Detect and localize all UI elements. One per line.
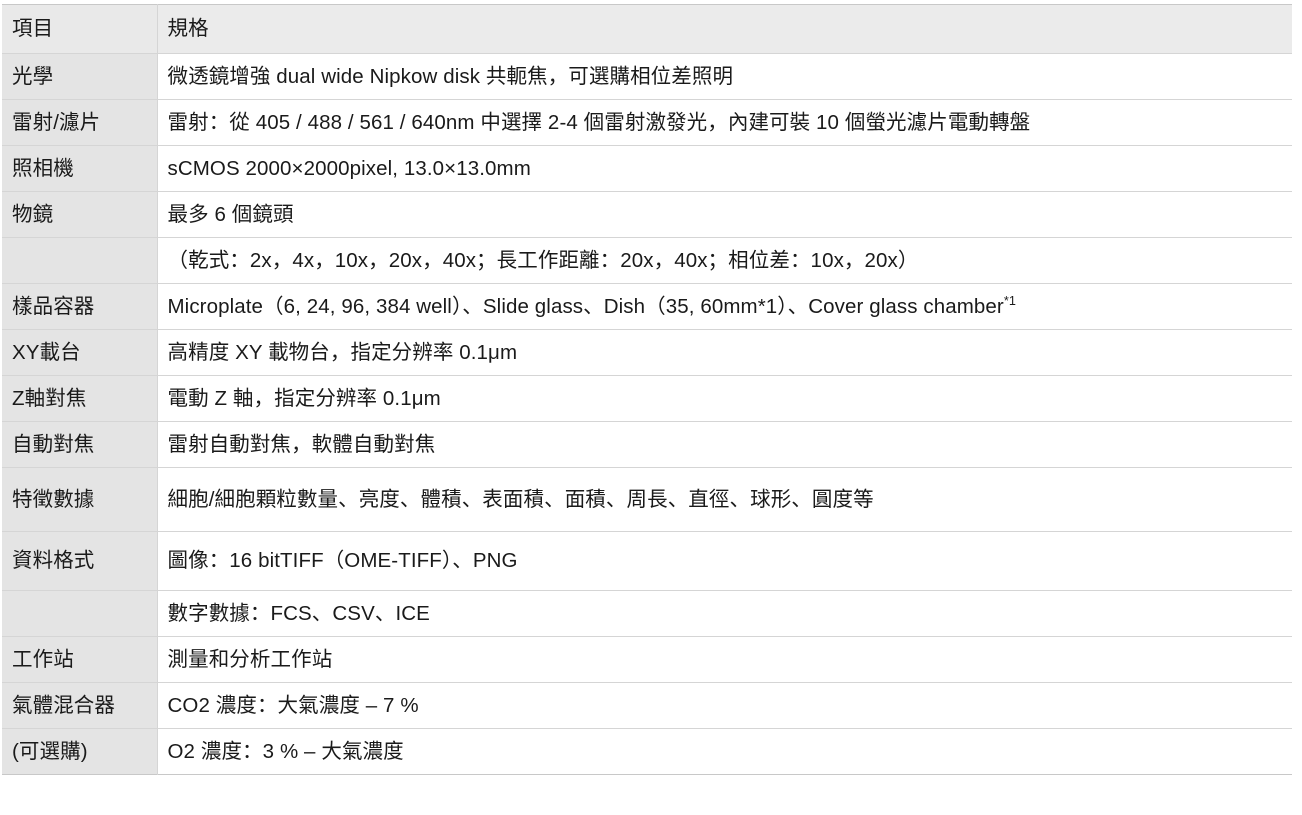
table-row: 樣品容器 Microplate（6, 24, 96, 384 well）、Slid… [2, 283, 1292, 330]
table-row: 工作站 測量和分析工作站 [2, 636, 1292, 683]
row-value-text: Microplate（6, 24, 96, 384 well）、Slide gl… [167, 294, 1004, 318]
table-row: 光學 微透鏡增強 dual wide Nipkow disk 共軛焦，可選購相位差… [2, 53, 1292, 100]
row-label [2, 590, 158, 637]
row-value: CO2 濃度：大氣濃度 – 7 % [157, 682, 1292, 729]
column-header-item: 項目 [2, 4, 158, 54]
row-value: 電動 Z 軸，指定分辨率 0.1μm [157, 375, 1292, 422]
table-row: 資料格式 圖像：16 bitTIFF（OME-TIFF）、PNG [2, 531, 1292, 591]
row-value: sCMOS 2000×2000pixel, 13.0×13.0mm [157, 145, 1292, 192]
row-label: XY載台 [2, 329, 158, 376]
row-value: 最多 6 個鏡頭 [157, 191, 1292, 238]
row-label: 工作站 [2, 636, 158, 683]
row-label: 雷射/濾片 [2, 99, 158, 146]
table-row: 雷射/濾片 雷射：從 405 / 488 / 561 / 640nm 中選擇 2-… [2, 99, 1292, 146]
table-row: 特徵數據 細胞/細胞顆粒數量、亮度、體積、表面積、面積、周長、直徑、球形、圓度等 [2, 467, 1292, 532]
row-label [2, 237, 158, 284]
row-label: 物鏡 [2, 191, 158, 238]
row-label: 資料格式 [2, 531, 158, 591]
row-value: Microplate（6, 24, 96, 384 well）、Slide gl… [157, 283, 1292, 330]
table-row: Z軸對焦 電動 Z 軸，指定分辨率 0.1μm [2, 375, 1292, 422]
row-value: 微透鏡增強 dual wide Nipkow disk 共軛焦，可選購相位差照明 [157, 53, 1292, 100]
row-value: 雷射：從 405 / 488 / 561 / 640nm 中選擇 2-4 個雷射… [157, 99, 1292, 146]
row-label: 樣品容器 [2, 283, 158, 330]
row-value: O2 濃度：3 % – 大氣濃度 [157, 728, 1292, 775]
table-row: XY載台 高精度 XY 載物台，指定分辨率 0.1μm [2, 329, 1292, 376]
row-value: 圖像：16 bitTIFF（OME-TIFF）、PNG [157, 531, 1292, 591]
row-value: 數字數據：FCS、CSV、ICE [157, 590, 1292, 637]
row-value: 高精度 XY 載物台，指定分辨率 0.1μm [157, 329, 1292, 376]
row-label: 自動對焦 [2, 421, 158, 468]
table-row: （乾式：2x，4x，10x，20x，40x；長工作距離：20x，40x；相位差：… [2, 237, 1292, 284]
column-header-spec: 規格 [157, 4, 1292, 54]
table-row: 數字數據：FCS、CSV、ICE [2, 590, 1292, 637]
row-label: 氣體混合器 [2, 682, 158, 729]
specification-table: 項目 規格 光學 微透鏡增強 dual wide Nipkow disk 共軛焦，可選… [2, 4, 1292, 775]
row-value: 雷射自動對焦，軟體自動對焦 [157, 421, 1292, 468]
row-label: (可選購) [2, 728, 158, 775]
table-row: 自動對焦 雷射自動對焦，軟體自動對焦 [2, 421, 1292, 468]
row-label: Z軸對焦 [2, 375, 158, 422]
row-value: （乾式：2x，4x，10x，20x，40x；長工作距離：20x，40x；相位差：… [157, 237, 1292, 284]
row-label: 照相機 [2, 145, 158, 192]
table-row: 照相機 sCMOS 2000×2000pixel, 13.0×13.0mm [2, 145, 1292, 192]
footnote-marker: *1 [1003, 293, 1017, 309]
row-value: 測量和分析工作站 [157, 636, 1292, 683]
table-header-row: 項目 規格 [2, 4, 1292, 54]
table-row: (可選購) O2 濃度：3 % – 大氣濃度 [2, 728, 1292, 775]
table-row: 物鏡 最多 6 個鏡頭 [2, 191, 1292, 238]
row-label: 光學 [2, 53, 158, 100]
row-value: 細胞/細胞顆粒數量、亮度、體積、表面積、面積、周長、直徑、球形、圓度等 [157, 467, 1292, 532]
row-label: 特徵數據 [2, 467, 158, 532]
table-row: 氣體混合器 CO2 濃度：大氣濃度 – 7 % [2, 682, 1292, 729]
